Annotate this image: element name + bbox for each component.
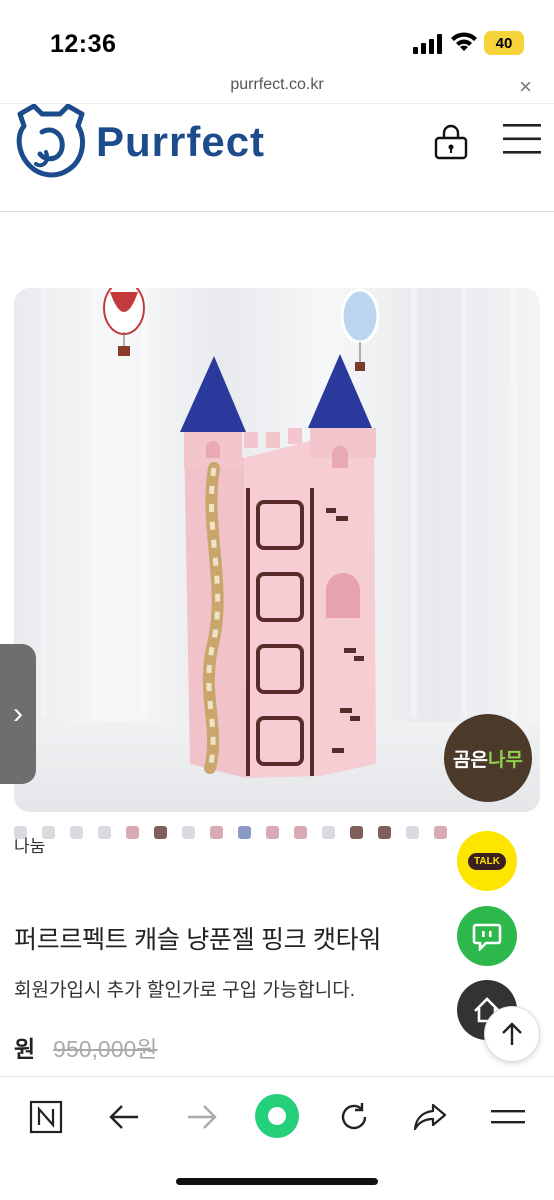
screen: 12:36 40 purrfect.co.kr × Purrfect 곰은 나무… (0, 0, 554, 1200)
product-description: 회원가입시 추가 할인가로 구입 가능합니다. (14, 980, 356, 1001)
share-button[interactable] (410, 1097, 450, 1137)
naver-home-button[interactable] (26, 1097, 66, 1137)
thumbnail[interactable] (350, 826, 363, 839)
arrow-up-icon (502, 1022, 522, 1045)
thumbnail[interactable] (210, 826, 223, 839)
brand-badge[interactable]: 곰은 나무 (444, 714, 532, 802)
logo-text[interactable]: Purrfect (96, 118, 265, 166)
forward-button[interactable] (182, 1097, 222, 1137)
thumbnail[interactable] (266, 826, 279, 839)
thumbnail[interactable] (322, 826, 335, 839)
brand-badge-main: 곰은 (453, 749, 488, 771)
signal-icon (413, 34, 442, 54)
thumbnail[interactable] (378, 826, 391, 839)
thumbnail[interactable] (238, 826, 251, 839)
scroll-top-button[interactable] (484, 1006, 540, 1062)
arrow-left-icon (109, 1105, 138, 1129)
thumbnail[interactable] (182, 826, 195, 839)
cat-logo-icon[interactable] (12, 104, 90, 180)
red-balloon (103, 288, 145, 356)
chat-bubble-icon (472, 923, 502, 951)
refresh-icon (341, 1103, 367, 1130)
wifi-icon (451, 32, 477, 51)
price-row: 원 950,000원 (14, 1030, 157, 1064)
product-title: 퍼르르펙트 캐슬 냥푼젤 핑크 캣타워 (14, 926, 382, 954)
url-bar[interactable]: purrfect.co.kr × (0, 70, 554, 104)
thumbnail[interactable] (406, 826, 419, 839)
arrow-right-icon (188, 1105, 217, 1129)
thumbnail[interactable] (294, 826, 307, 839)
thumbnail[interactable] (154, 826, 167, 839)
original-price: 950,000원 (53, 1036, 158, 1062)
back-button[interactable] (104, 1097, 144, 1137)
green-dot-button[interactable] (254, 1093, 300, 1139)
home-indicator[interactable] (176, 1178, 378, 1185)
thumbnail-strip[interactable] (14, 826, 514, 842)
brand-badge-accent: 나무 (488, 749, 523, 771)
kakao-talk-button[interactable]: TALK (457, 831, 517, 891)
thumbnail[interactable] (98, 826, 111, 839)
status-time: 12:36 (50, 30, 117, 58)
share-icon (413, 1103, 447, 1131)
green-dot-icon (255, 1094, 299, 1138)
naver-n-icon (29, 1100, 63, 1134)
close-icon[interactable]: × (519, 74, 532, 100)
refresh-button[interactable] (334, 1097, 374, 1137)
thumbnail[interactable] (434, 826, 447, 839)
battery-indicator: 40 (484, 31, 524, 55)
product-image[interactable]: 곰은 나무 (14, 288, 540, 812)
chat-button[interactable] (457, 906, 517, 966)
site-header: Purrfect (0, 104, 554, 212)
thumbnail[interactable] (70, 826, 83, 839)
menu-button[interactable] (488, 1097, 528, 1137)
lock-bag-icon[interactable] (434, 124, 468, 160)
hamburger-menu-icon[interactable] (503, 122, 541, 156)
side-drawer-tab[interactable]: › (0, 644, 36, 784)
chevron-right-icon: › (13, 697, 23, 730)
status-bar: 12:36 40 (0, 0, 554, 70)
blue-balloon (340, 288, 380, 371)
menu-lines-icon (491, 1110, 525, 1124)
thumbnail[interactable] (126, 826, 139, 839)
url-text[interactable]: purrfect.co.kr (0, 76, 554, 94)
thumbnail-label: 나눔 (14, 837, 46, 856)
price-unit: 원 (14, 1036, 36, 1062)
talk-bubble-icon: TALK (468, 852, 506, 870)
